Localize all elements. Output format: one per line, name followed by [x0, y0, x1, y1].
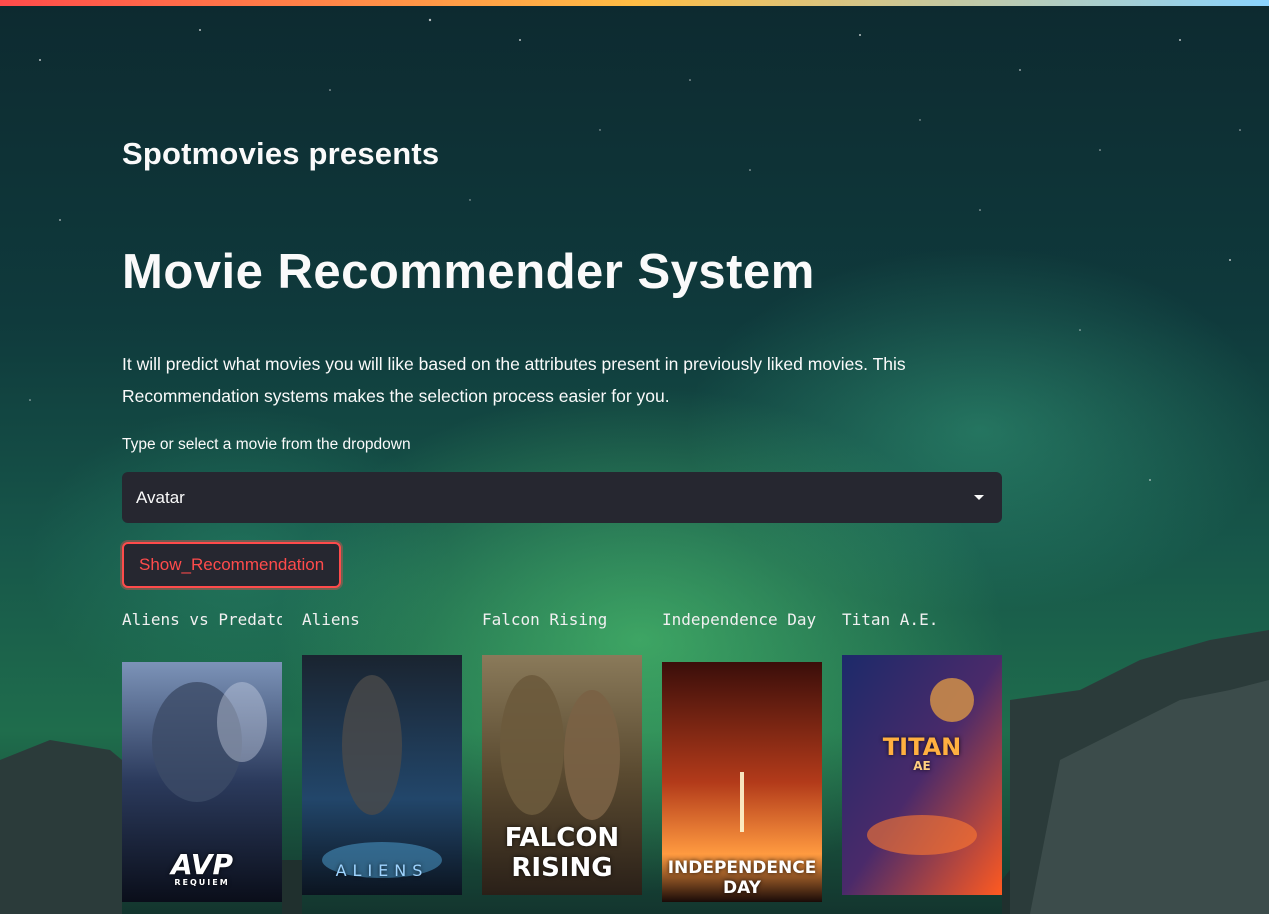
movie-poster[interactable]: INDEPENDENCE DAY — [662, 662, 822, 902]
movie-poster[interactable]: FALCON RISING — [482, 655, 642, 895]
top-decoration-bar — [0, 0, 1269, 6]
recommendation-item: Falcon Rising FALCON RISING — [482, 608, 642, 914]
poster-title: TITAN — [882, 733, 962, 761]
movie-select-dropdown[interactable]: Avatar — [122, 472, 1002, 523]
selected-movie-value: Avatar — [136, 487, 185, 507]
show-recommendation-button[interactable]: Show_Recommendation — [122, 542, 342, 588]
poster-title: INDEPENDENCE DAY — [667, 858, 817, 898]
poster-title: AVP — [171, 848, 233, 881]
page-title: Movie Recommender System — [122, 245, 815, 299]
movie-select-label: Type or select a movie from the dropdown — [122, 436, 411, 453]
chevron-down-icon[interactable] — [974, 495, 984, 500]
movie-poster[interactable]: TITAN AE — [842, 655, 1002, 895]
recommendation-item: Aliens ALIENS — [302, 608, 462, 914]
movie-poster[interactable]: ALIENS — [302, 655, 462, 895]
recommendation-item: Aliens vs Predator: Requiem AVP REQUIEM — [122, 608, 282, 914]
recommendations-row: Aliens vs Predator: Requiem AVP REQUIEM — [122, 608, 1002, 914]
description-text: It will predict what movies you will lik… — [122, 354, 906, 406]
recommendation-item: Titan A.E. TITAN AE — [842, 608, 1002, 914]
poster-title: ALIENS — [335, 861, 429, 880]
poster-subtitle: REQUIEM — [174, 878, 230, 887]
movie-title: Aliens — [302, 610, 360, 629]
movie-title: Falcon Rising — [482, 610, 608, 629]
movie-title: Titan A.E. — [842, 610, 939, 629]
movie-poster[interactable]: AVP REQUIEM — [122, 662, 282, 902]
recommendation-item: Independence Day INDEPENDENCE DAY — [662, 608, 822, 914]
poster-title: FALCON RISING — [504, 823, 620, 883]
movie-title: Independence Day — [662, 610, 817, 629]
brand-heading: Spotmovies presents — [122, 136, 440, 171]
poster-subtitle: AE — [913, 759, 931, 773]
movie-title: Aliens vs Predator: Requiem — [122, 610, 282, 629]
